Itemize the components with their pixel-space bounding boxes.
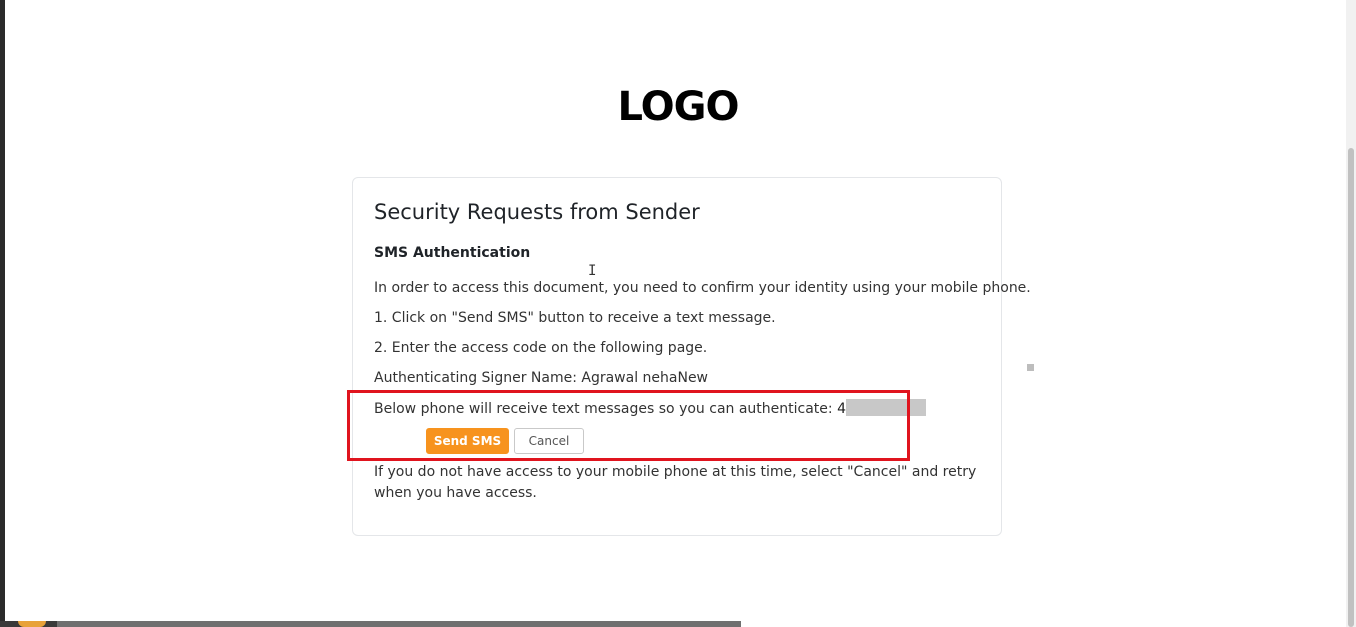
bottom-taskbar-strip (0, 621, 741, 627)
sms-auth-heading: SMS Authentication (374, 245, 531, 261)
scrollbar-thumb[interactable] (1348, 148, 1354, 627)
small-square-marker (1027, 364, 1034, 371)
step-two-text: 2. Enter the access code on the followin… (374, 340, 708, 356)
phone-info-text: Below phone will receive text messages s… (374, 401, 838, 417)
page: LOGO Security Requests from Sender SMS A… (0, 0, 1356, 627)
send-sms-button[interactable]: Send SMS (426, 428, 509, 454)
intro-text: In order to access this document, you ne… (374, 280, 1031, 296)
text-cursor-icon: I (588, 263, 597, 279)
security-request-card: Security Requests from Sender SMS Authen… (352, 177, 1031, 536)
phone-info-line: Below phone will receive text messages s… (374, 399, 926, 417)
taskbar-app-icon[interactable] (18, 621, 46, 627)
phone-number-redacted (846, 399, 926, 416)
footer-help-text: If you do not have access to your mobile… (374, 464, 977, 501)
step-one-text: 1. Click on "Send SMS" button to receive… (374, 310, 776, 326)
page-title: Security Requests from Sender (374, 200, 700, 224)
cancel-button[interactable]: Cancel (514, 428, 584, 454)
logo: LOGO (617, 84, 740, 130)
signer-name-text: Authenticating Signer Name: Agrawal neha… (374, 370, 709, 386)
phone-number-prefix: 4 (837, 401, 846, 417)
